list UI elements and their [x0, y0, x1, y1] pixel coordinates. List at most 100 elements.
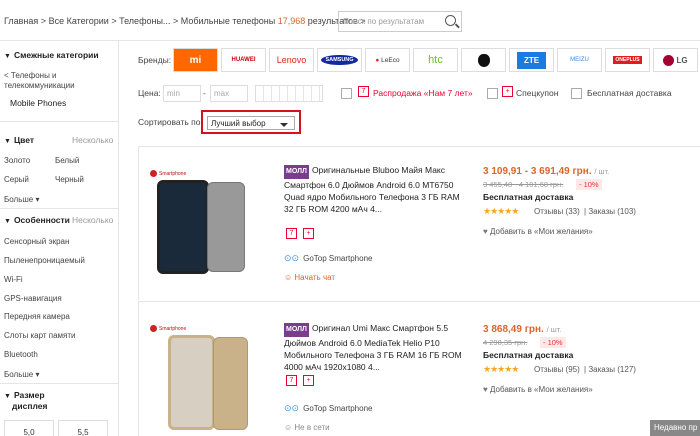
brand-htc[interactable]: htc — [413, 48, 458, 72]
view-mode-toggle[interactable] — [255, 85, 323, 102]
reviews-link-2[interactable]: Отзывы (95) — [534, 365, 580, 374]
color-heading[interactable]: ▼ Цвет Несколько — [4, 135, 113, 145]
price-max-input[interactable]: max — [210, 85, 248, 102]
wishlist-button-2[interactable]: ♥ Добавить в «Мои желания» — [483, 385, 593, 394]
feature-front-camera[interactable]: Передняя камера — [4, 312, 70, 321]
color-multi-select[interactable]: Несколько — [72, 135, 113, 145]
sale-checkbox[interactable] — [341, 88, 352, 99]
related-categories-heading[interactable]: ▼ Смежные категории — [4, 50, 99, 60]
product-title-2-text: Оригинал Umi Макс Смартфон 5.5 Дюймов An… — [284, 323, 462, 372]
feature-bluetooth[interactable]: Bluetooth — [4, 350, 38, 359]
htc-logo: htc — [428, 54, 443, 66]
crumb-mobile: Мобильные телефоны — [180, 16, 276, 26]
color-option-black[interactable]: Черный — [55, 175, 84, 184]
heart-icon: ♥ — [483, 385, 490, 394]
store-logo: Smartphone — [150, 325, 186, 332]
wishlist-label-1: Добавить в «Мои желания» — [489, 227, 593, 236]
features-more-label: Больше — [4, 370, 34, 379]
price-unit: / шт. — [546, 325, 562, 334]
brand-apple[interactable] — [461, 48, 506, 72]
sale-label[interactable]: Распродажа «Нам 7 лет» — [373, 88, 473, 98]
meizu-logo: MEIZU — [570, 57, 589, 63]
sort-select[interactable]: Лучший выбор — [207, 116, 295, 130]
sort-highlight: Лучший выбор — [201, 110, 301, 134]
display-title: Размер — [13, 390, 45, 400]
color-option-white[interactable]: Белый — [55, 156, 79, 165]
store-logo: Smartphone — [150, 170, 186, 177]
triangle-down-icon: ▼ — [4, 218, 11, 225]
brand-samsung[interactable]: SAMSUNG — [317, 48, 362, 72]
features-title: Особенности — [13, 215, 70, 225]
features-multi-select[interactable]: Несколько — [72, 215, 113, 225]
orders-1-value: Заказы (103) — [588, 207, 636, 216]
brand-lg[interactable]: LG — [653, 48, 698, 72]
search-icon[interactable] — [445, 15, 456, 26]
free-shipping-label[interactable]: Бесплатная доставка — [587, 88, 672, 98]
crumb-home[interactable]: Главная — [4, 16, 38, 26]
brand-zte[interactable]: ZTE — [509, 48, 554, 72]
promo-tag-icon: 7 — [286, 375, 297, 386]
size-option-5-0[interactable]: 5,0 — [4, 420, 54, 436]
brand-huawei[interactable]: HUAWEI — [221, 48, 266, 72]
seller-link-2[interactable]: ⊙⊙ GoTop Smartphone — [284, 403, 372, 414]
free-shipping-checkbox[interactable] — [571, 88, 582, 99]
divider — [0, 121, 118, 122]
oneplus-logo: ONEPLUS — [613, 56, 642, 64]
current-category: Mobile Phones — [10, 98, 67, 108]
crumb-sep: > — [111, 16, 117, 26]
back-category-link[interactable]: < Телефоны и — [4, 71, 57, 80]
coupon-label[interactable]: Спецкупон — [516, 88, 558, 98]
features-more-link[interactable]: Больше ▾ — [4, 370, 39, 379]
product-image-1-back[interactable] — [207, 182, 245, 272]
huawei-logo: HUAWEI — [231, 57, 256, 63]
leeco-logo: LeEco — [381, 56, 400, 64]
recently-viewed-tab[interactable]: Недавно пр — [650, 420, 700, 436]
crumb-all[interactable]: Все Категории — [49, 16, 109, 26]
brand-lenovo[interactable]: Lenovo — [269, 48, 314, 72]
crumb-phones[interactable]: Телефоны... — [119, 16, 170, 26]
brand-meizu[interactable]: MEIZU — [557, 48, 602, 72]
wishlist-button-1[interactable]: ♥ Добавить в «Мои желания» — [483, 227, 593, 236]
features-heading[interactable]: ▼ Особенности Несколько — [4, 215, 113, 225]
discount-badge-1: - 10% — [576, 179, 602, 190]
brand-xiaomi[interactable]: mi — [173, 48, 218, 72]
feature-gps[interactable]: GPS-навигация — [4, 294, 62, 303]
color-more-link[interactable]: Больше ▾ — [4, 195, 39, 204]
product-title-1[interactable]: МОЛЛ Оригинальные Bluboo Майя Макс Смартф… — [284, 164, 468, 215]
feature-dustproof[interactable]: Пыленепроницаемый — [4, 256, 85, 265]
coupon-checkbox[interactable] — [487, 88, 498, 99]
product-image-1-front[interactable] — [157, 180, 209, 274]
price-2: 3 868,49 грн. / шт. — [483, 324, 561, 335]
price-dash: - — [203, 88, 206, 98]
size-option-5-5[interactable]: 5,5 — [58, 420, 108, 436]
feature-wifi[interactable]: Wi-Fi — [4, 275, 23, 284]
sidebar: ▼ Смежные категории < Телефоны и телекомм… — [0, 40, 119, 436]
wishlist-label-2: Добавить в «Мои желания» — [489, 385, 593, 394]
search-input[interactable]: Поиск по результатам — [338, 11, 462, 32]
back-category-link-2[interactable]: телекоммуникации — [4, 81, 75, 90]
chat-link-2[interactable]: ☺ Не в сети — [284, 423, 330, 432]
product-image-2-front[interactable] — [168, 335, 215, 430]
color-option-gold[interactable]: Золото — [4, 156, 30, 165]
coupon-tag-icon: + — [502, 86, 513, 97]
product-image-2-back[interactable] — [213, 337, 248, 430]
chat-icon: ☺ — [284, 273, 295, 282]
brand-leeco[interactable]: ● LeEco — [365, 48, 410, 72]
reviews-link-1[interactable]: Отзывы (33) — [534, 207, 580, 216]
lenovo-logo: Lenovo — [276, 55, 307, 65]
lg-logo: LG — [676, 55, 688, 65]
brand-oneplus[interactable]: ONEPLUS — [605, 48, 650, 72]
chat-link-1[interactable]: ☺ Начать чат — [284, 273, 335, 282]
rating-stars-1: ★★★★★ — [483, 206, 519, 216]
color-more-label: Больше — [4, 195, 34, 204]
color-option-gray[interactable]: Серый — [4, 175, 29, 184]
display-title-2: дисплея — [12, 401, 48, 411]
seller-link-1[interactable]: ⊙⊙ GoTop Smartphone — [284, 253, 372, 264]
feature-memory-slots[interactable]: Слоты карт памяти — [4, 331, 75, 340]
product-title-2[interactable]: МОЛЛ Оригинал Umi Макс Смартфон 5.5 Дюймо… — [284, 322, 468, 373]
display-size-heading[interactable]: ▼ Размер — [4, 390, 45, 400]
price-min-input[interactable]: min — [163, 85, 201, 102]
brands-label: Бренды: — [138, 55, 172, 65]
feature-touchscreen[interactable]: Сенсорный экран — [4, 237, 69, 246]
chevron-down-icon: ▾ — [33, 370, 40, 379]
